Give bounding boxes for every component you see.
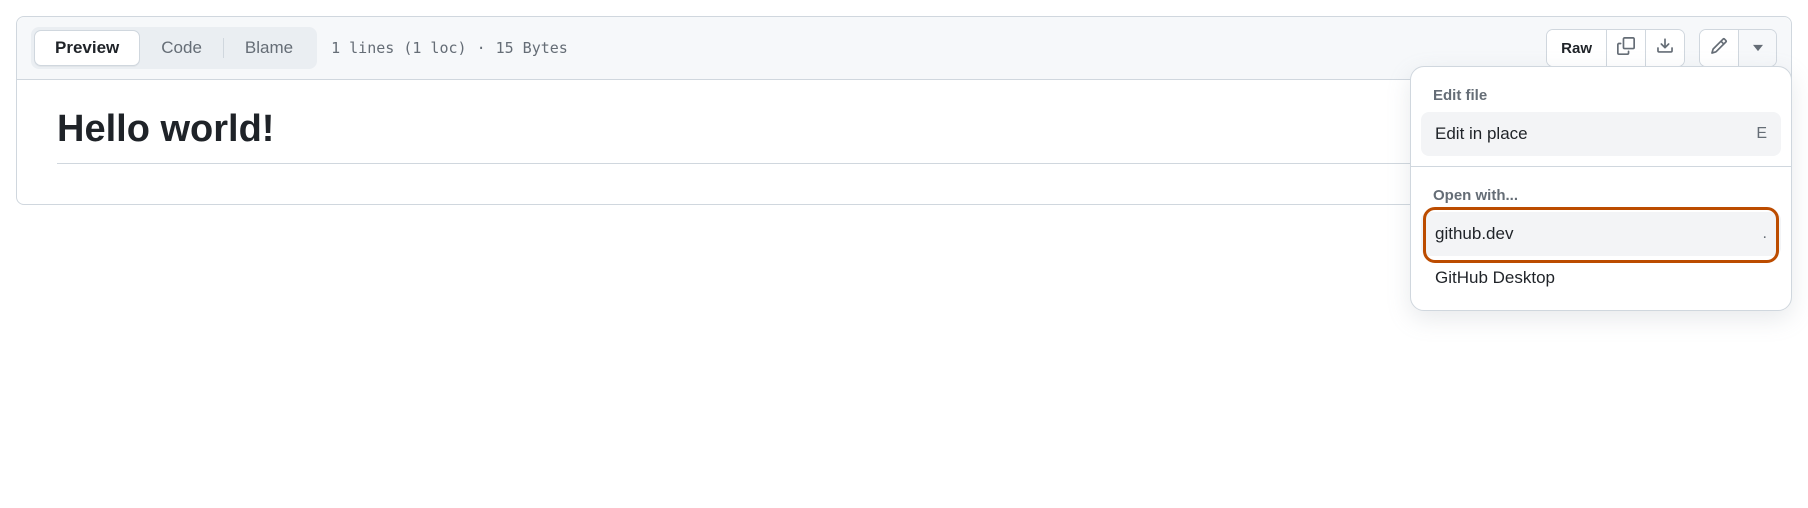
file-size: 15 Bytes [496,39,568,57]
dropdown-section-edit: Edit file [1421,77,1781,112]
copy-icon [1617,37,1635,59]
download-icon [1656,37,1674,59]
file-lines: 1 lines (1 loc) [331,39,466,57]
tab-code[interactable]: Code [140,30,223,66]
menu-edit-in-place-label: Edit in place [1435,124,1528,144]
menu-github-dev[interactable]: github.dev . [1421,212,1781,256]
edit-dropdown-menu: Edit file Edit in place E Open with... g… [1410,66,1792,311]
edit-actions-group [1699,29,1777,67]
menu-github-dev-key: . [1763,225,1767,243]
download-button[interactable] [1645,30,1684,66]
raw-button[interactable]: Raw [1547,30,1606,66]
menu-github-dev-label: github.dev [1435,224,1513,244]
edit-button[interactable] [1700,30,1738,66]
raw-actions-group: Raw [1546,29,1685,67]
dropdown-section-openwith: Open with... [1421,177,1781,212]
tab-blame[interactable]: Blame [224,30,314,66]
menu-github-desktop-label: GitHub Desktop [1435,268,1555,288]
menu-github-desktop[interactable]: GitHub Desktop [1421,256,1781,300]
file-info-separator: · [477,39,486,57]
pencil-icon [1710,37,1728,59]
edit-dropdown-button[interactable] [1738,30,1776,66]
caret-down-icon [1753,40,1763,57]
file-info: 1 lines (1 loc) · 15 Bytes [331,39,568,57]
tab-preview[interactable]: Preview [34,30,140,66]
copy-button[interactable] [1606,30,1645,66]
view-tabs: Preview Code Blame [31,27,317,69]
menu-edit-in-place[interactable]: Edit in place E [1421,112,1781,156]
dropdown-divider [1411,166,1791,167]
menu-edit-in-place-key: E [1756,125,1767,143]
